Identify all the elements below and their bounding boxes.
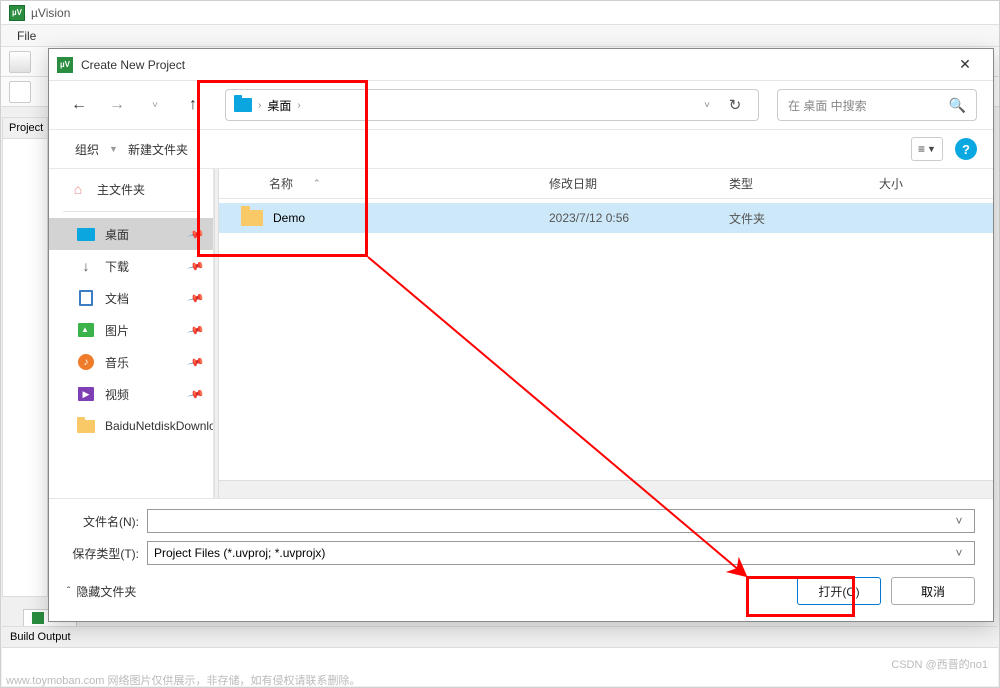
sidebar-item-label: 音乐 [105,354,129,371]
pictures-icon [78,323,94,337]
sidebar-item-desktop[interactable]: 桌面 📌 [49,218,213,250]
nav-forward-button[interactable]: → [103,91,131,119]
app-icon: µV [9,5,25,21]
nav-up-button[interactable]: ↑ [179,91,207,119]
col-name[interactable]: 名称 [269,175,293,192]
chevron-down-icon[interactable]: ˅ [950,546,968,560]
sidebar-item-label: 主文件夹 [97,181,145,198]
filetype-select[interactable]: Project Files (*.uvproj; *.uvprojx) ˅ [147,541,975,565]
menubar: File [1,25,999,47]
file-name: Demo [273,211,305,225]
col-size[interactable]: 大小 [879,175,979,192]
dialog-icon: µV [57,57,73,73]
project-panel: Project [2,117,48,597]
filetype-label: 保存类型(T): [67,545,139,562]
file-date: 2023/7/12 0:56 [549,211,729,225]
column-headers: 名称 ⌃ 修改日期 类型 大小 [219,169,993,199]
main-titlebar: µV µVision [1,1,999,25]
sort-indicator-icon: ⌃ [313,178,321,189]
sidebar-item-videos[interactable]: ▶ 视频 📌 [49,378,213,410]
project-panel-header: Project [3,118,47,139]
sidebar-item-pictures[interactable]: 图片 📌 [49,314,213,346]
sidebar-item-label: 下载 [105,258,129,275]
filename-input[interactable]: ˅ [147,509,975,533]
desktop-small-icon [234,98,252,112]
pin-icon: 📌 [187,225,205,243]
sidebar-item-label: 桌面 [105,226,129,243]
chevron-right-icon: › [258,100,261,111]
file-type: 文件夹 [729,210,879,227]
desktop-icon [77,228,95,241]
horizontal-scrollbar[interactable] [219,480,993,498]
search-placeholder: 在 桌面 中搜索 [788,97,949,114]
cancel-button[interactable]: 取消 [891,577,975,605]
folder-icon [241,210,263,226]
dialog-nav: ← → ˅ ↑ › 桌面 › ˅ ↻ 在 桌面 中搜索 🔍 [49,81,993,129]
download-icon: ↓ [77,258,95,274]
sidebar-item-baidu[interactable]: BaiduNetdiskDownload [49,410,213,442]
pin-icon: 📌 [187,321,205,339]
sidebar-item-label: 视频 [105,386,129,403]
sidebar-item-downloads[interactable]: ↓ 下载 📌 [49,250,213,282]
project-tab-icon [32,612,44,624]
help-button[interactable]: ? [955,138,977,160]
documents-icon [79,290,93,306]
col-date[interactable]: 修改日期 [549,175,729,192]
hide-folders-toggle[interactable]: ˆ 隐藏文件夹 [67,583,136,600]
hide-folders-label: 隐藏文件夹 [76,583,136,600]
toolbar-btn-new[interactable] [9,51,31,73]
sidebar-divider [63,211,199,212]
file-row[interactable]: Demo 2023/7/12 0:56 文件夹 [219,203,993,233]
folder-icon [77,420,95,433]
search-input[interactable]: 在 桌面 中搜索 🔍 [777,89,977,121]
view-mode-button[interactable]: ≡ ▼ [911,137,943,161]
breadcrumb-dropdown-icon[interactable]: ˅ [700,100,714,111]
pin-icon: 📌 [187,385,205,403]
refresh-button[interactable]: ↻ [720,90,750,120]
videos-icon: ▶ [78,387,94,401]
chevron-up-icon: ˆ [67,586,70,597]
filename-label: 文件名(N): [67,513,139,530]
col-type[interactable]: 类型 [729,175,879,192]
dialog-body: ⌂ 主文件夹 桌面 📌 ↓ 下载 📌 文档 📌 图片 [49,169,993,498]
menu-file[interactable]: File [9,27,44,45]
sidebar-item-label: 图片 [105,322,129,339]
app-title: µVision [31,6,70,20]
footnote: www.toymoban.com 网络图片仅供展示，非存储，如有侵权请联系删除。 [6,672,360,688]
pin-icon: 📌 [187,257,205,275]
dialog-titlebar: µV Create New Project ✕ [49,49,993,81]
nav-back-button[interactable]: ← [65,91,93,119]
sidebar-item-documents[interactable]: 文档 📌 [49,282,213,314]
filetype-value: Project Files (*.uvproj; *.uvprojx) [154,546,950,560]
organize-button[interactable]: 组织 [65,137,109,162]
dialog-toolbar: 组织 ▼ 新建文件夹 ≡ ▼ ? [49,129,993,169]
watermark: CSDN @西晋的no1 [891,656,988,672]
chevron-right-icon: › [297,100,300,111]
music-icon: ♪ [78,354,94,370]
sidebar: ⌂ 主文件夹 桌面 📌 ↓ 下载 📌 文档 📌 图片 [49,169,214,498]
close-button[interactable]: ✕ [945,50,985,80]
sidebar-item-home[interactable]: ⌂ 主文件夹 [49,173,213,205]
breadcrumb-current: 桌面 [267,97,291,114]
pin-icon: 📌 [187,353,205,371]
breadcrumb[interactable]: › 桌面 › ˅ ↻ [225,89,759,121]
nav-recent-button[interactable]: ˅ [141,91,169,119]
open-button[interactable]: 打开(O) [797,577,881,605]
dialog-title: Create New Project [81,58,945,72]
search-icon: 🔍 [949,97,966,114]
dialog-bottom: 文件名(N): ˅ 保存类型(T): Project Files (*.uvpr… [49,498,993,621]
file-area: 名称 ⌃ 修改日期 类型 大小 Demo 2023/7/12 0:56 文件夹 [219,169,993,498]
file-dialog: µV Create New Project ✕ ← → ˅ ↑ › 桌面 › ˅… [48,48,994,622]
sidebar-item-label: BaiduNetdiskDownload [105,419,214,433]
pin-icon: 📌 [187,289,205,307]
home-icon: ⌂ [69,181,87,197]
sidebar-item-music[interactable]: ♪ 音乐 📌 [49,346,213,378]
sidebar-item-label: 文档 [105,290,129,307]
toolbar-btn[interactable] [9,81,31,103]
file-list: Demo 2023/7/12 0:56 文件夹 [219,199,993,480]
newfolder-button[interactable]: 新建文件夹 [118,137,198,162]
chevron-down-icon[interactable]: ˅ [950,514,968,528]
build-output-header: Build Output [2,626,998,648]
